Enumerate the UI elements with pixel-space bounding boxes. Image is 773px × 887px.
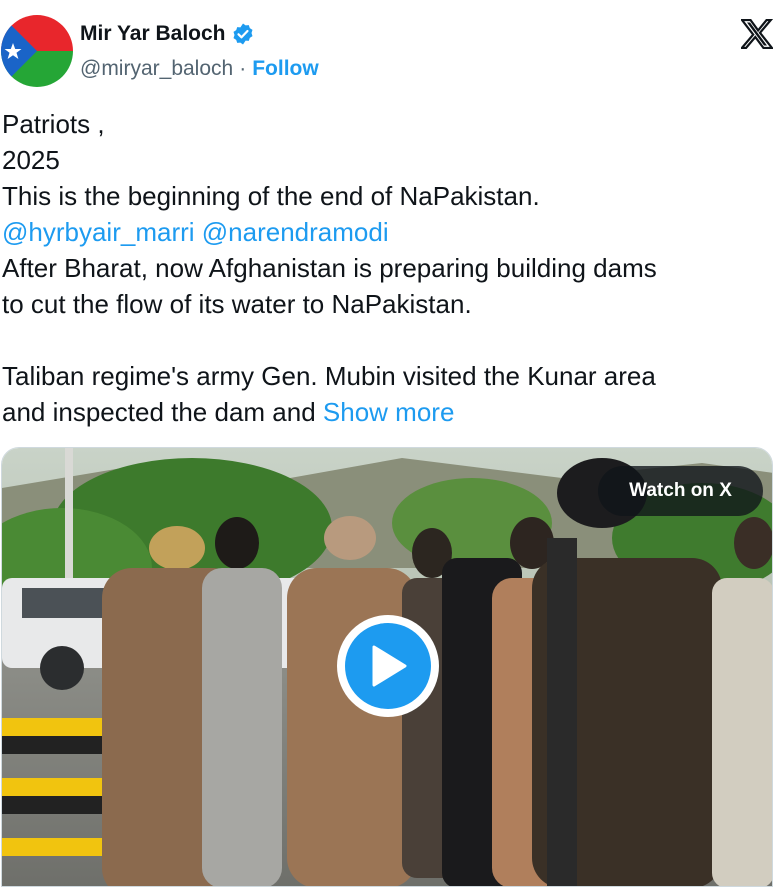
mentions-line: @hyrbyair_marri @narendramodi bbox=[2, 214, 773, 250]
handle-separator: · bbox=[239, 57, 247, 80]
paragraph-break bbox=[2, 322, 773, 358]
tweet-line-text: and inspected the dam and bbox=[2, 397, 316, 427]
tweet-line: 2025 bbox=[2, 145, 60, 175]
play-icon bbox=[345, 623, 431, 709]
show-more-link[interactable]: Show more bbox=[323, 397, 455, 427]
tweet-body: Patriots , 2025 This is the beginning of… bbox=[2, 106, 773, 430]
mention-link[interactable]: @hyrbyair_marri bbox=[2, 217, 195, 247]
author-handle[interactable]: @miryar_baloch bbox=[80, 57, 233, 81]
tweet-header: Mir Yar Baloch @miryar_baloch · Follow bbox=[0, 0, 773, 100]
baloch-flag-avatar bbox=[1, 15, 73, 87]
mention-link[interactable]: @narendramodi bbox=[202, 217, 389, 247]
x-logo-icon[interactable] bbox=[739, 18, 773, 50]
tweet-line: This is the beginning of the end of NaPa… bbox=[2, 181, 540, 211]
play-button[interactable] bbox=[337, 615, 439, 717]
author-name[interactable]: Mir Yar Baloch bbox=[80, 22, 226, 46]
tweet-line: Patriots , bbox=[2, 109, 105, 139]
verified-badge-icon bbox=[231, 22, 255, 46]
tweet-line: Taliban regime's army Gen. Mubin visited… bbox=[2, 361, 656, 391]
tweet-line: to cut the flow of its water to NaPakist… bbox=[2, 289, 472, 319]
tweet-line: After Bharat, now Afghanistan is prepari… bbox=[2, 253, 657, 283]
tweet-line-last: and inspected the dam and Show more bbox=[2, 394, 773, 430]
watch-on-x-button[interactable]: Watch on X bbox=[598, 466, 763, 516]
follow-button[interactable]: Follow bbox=[252, 57, 319, 81]
avatar[interactable] bbox=[1, 15, 73, 87]
